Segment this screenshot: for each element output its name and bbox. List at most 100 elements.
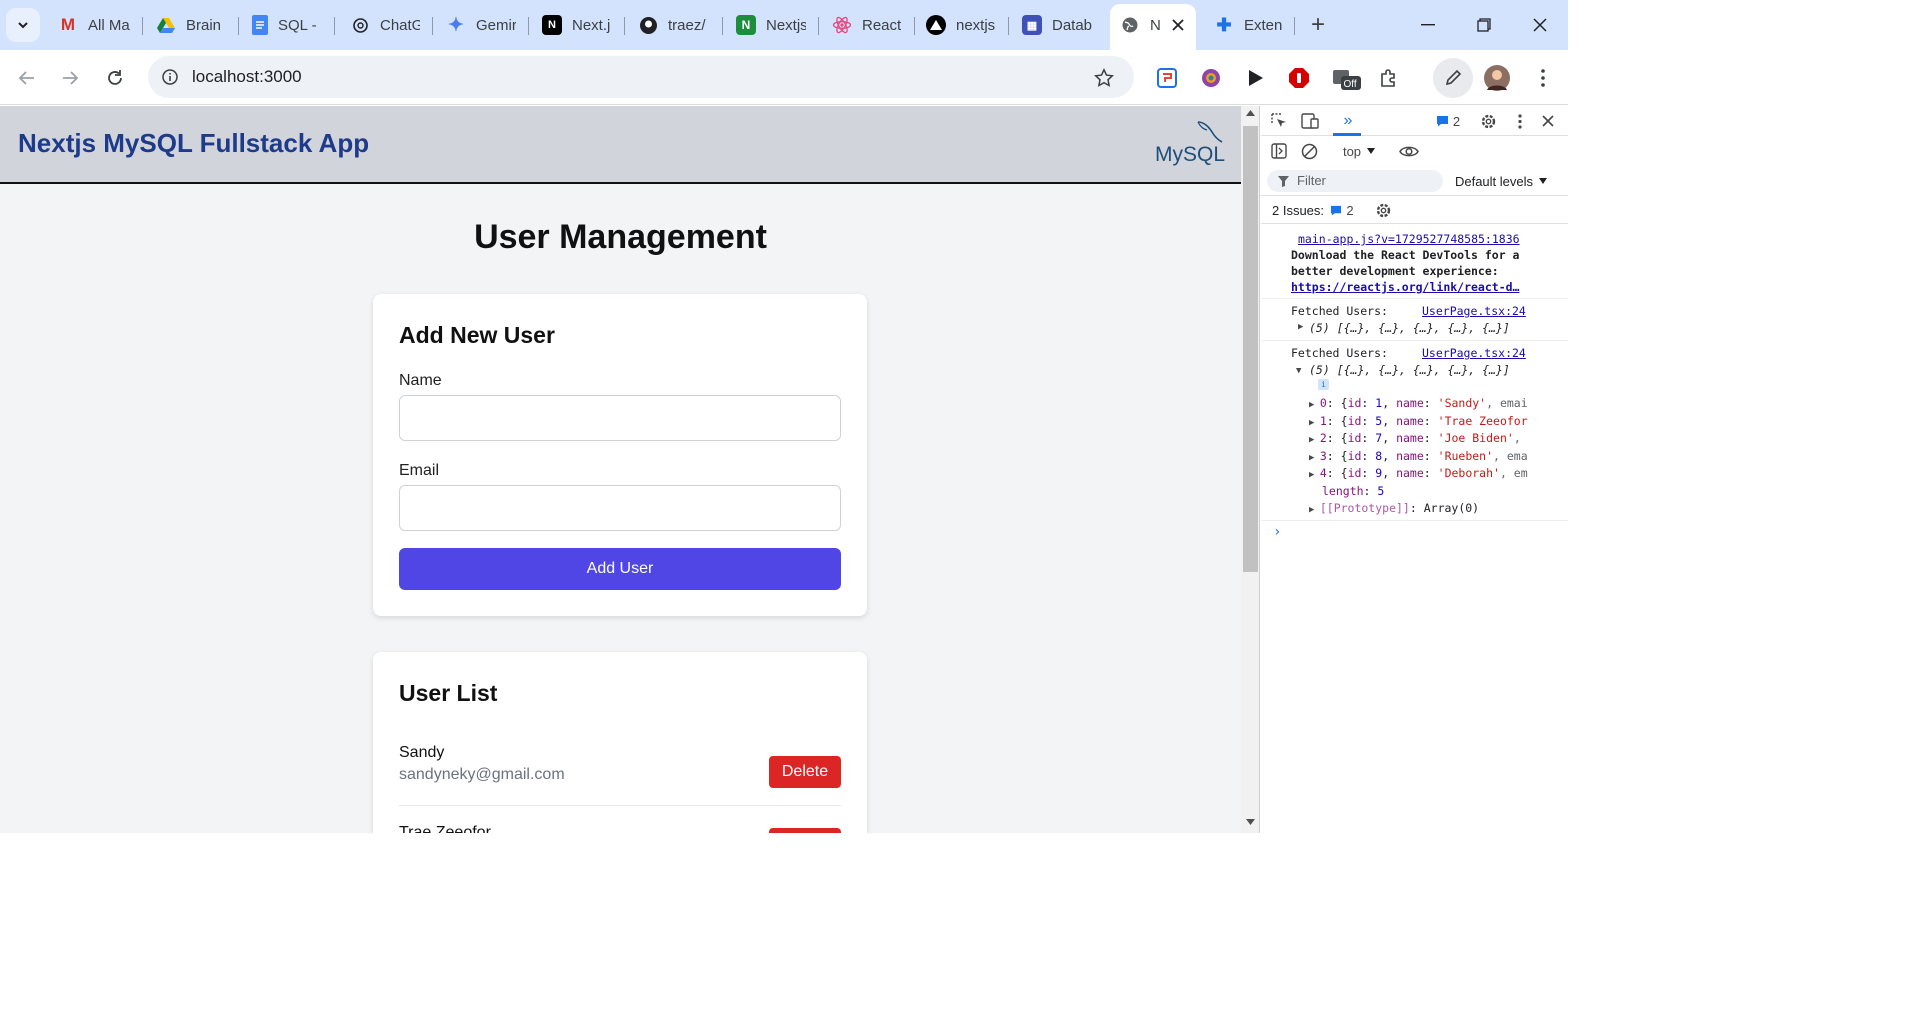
extension-2-icon[interactable] xyxy=(1196,63,1226,93)
array-item[interactable]: ▶ 0: {id: 1, name: 'Sandy', emai xyxy=(1309,396,1528,410)
array-length: length: 5 xyxy=(1322,484,1385,498)
url-text[interactable]: localhost:3000 xyxy=(192,67,302,87)
app-title: Nextjs MySQL Fullstack App xyxy=(18,128,370,158)
tab-vercel[interactable]: nextjs xyxy=(926,10,996,40)
device-toolbar-icon[interactable] xyxy=(1299,111,1321,131)
list-item: Trae Zeeofor xyxy=(399,824,841,833)
user-list-heading: User List xyxy=(399,680,498,706)
scrollbar-thumb[interactable] xyxy=(1243,126,1258,572)
arrow-right-icon xyxy=(63,71,79,85)
add-user-card: Add New User Name Email Add User xyxy=(373,294,867,616)
inspect-element-icon[interactable] xyxy=(1269,111,1289,131)
scroll-up-icon[interactable] xyxy=(1246,110,1255,116)
site-info-icon[interactable] xyxy=(160,67,180,87)
tab-sql-doc[interactable]: SQL - xyxy=(252,10,320,40)
forward-button[interactable] xyxy=(55,63,85,93)
live-expression-eye-icon[interactable] xyxy=(1397,141,1421,161)
delete-button[interactable]: Delete xyxy=(769,756,841,788)
profile-avatar[interactable] xyxy=(1484,65,1510,91)
issues-count-button[interactable]: 2 xyxy=(1327,201,1357,219)
list-item: Sandy sandyneky@gmail.com Delete xyxy=(399,744,841,806)
expand-triangle-icon[interactable]: ▶ xyxy=(1298,322,1303,332)
array-summary[interactable]: (5) [{…}, {…}, {…}, {…}, {…}] xyxy=(1309,321,1510,335)
source-link[interactable]: UserPage.tsx:24 xyxy=(1422,304,1526,318)
context-select[interactable]: top xyxy=(1337,141,1381,161)
restore-icon xyxy=(1477,18,1491,32)
github-icon xyxy=(638,15,658,35)
extension-1-icon[interactable] xyxy=(1152,63,1182,93)
tab-search-button[interactable] xyxy=(6,8,40,42)
array-prototype[interactable]: ▶ [[Prototype]]: Array(0) xyxy=(1309,501,1479,515)
settings-gear-icon[interactable] xyxy=(1478,111,1498,131)
minimize-button[interactable] xyxy=(1400,0,1456,50)
page-title: User Management xyxy=(474,218,767,256)
devtools-menu-icon[interactable] xyxy=(1510,111,1530,131)
user-name: Sandy xyxy=(399,744,445,761)
bookmark-star-icon[interactable] xyxy=(1092,66,1116,90)
tab-chatgpt[interactable]: ChatG xyxy=(350,10,420,40)
tab-github[interactable]: traez/ xyxy=(638,10,710,40)
tab-nextjs-docs[interactable]: N Next.j xyxy=(542,10,612,40)
tab-extensions[interactable]: ✚ Exten xyxy=(1214,10,1284,40)
reload-button[interactable] xyxy=(100,63,130,93)
log-levels-select[interactable]: Default levels xyxy=(1453,171,1549,191)
close-tab-icon[interactable] xyxy=(1168,15,1188,35)
issues-label: 2 Issues: xyxy=(1272,203,1325,218)
plus-icon: + xyxy=(1310,11,1325,38)
tab-gemini[interactable]: ✦ Gemir xyxy=(446,10,516,40)
array-item[interactable]: ▶ 4: {id: 9, name: 'Deborah', em xyxy=(1309,466,1528,480)
tab-current[interactable]: N xyxy=(1120,10,1160,40)
app-header: Nextjs MySQL Fullstack App MySQL xyxy=(0,106,1241,184)
user-email: sandyneky@gmail.com xyxy=(399,766,565,783)
browser-menu-icon[interactable] xyxy=(1528,63,1558,93)
delete-button[interactable] xyxy=(769,828,841,833)
name-input[interactable] xyxy=(399,395,841,441)
close-window-button[interactable] xyxy=(1512,0,1568,50)
tab-react[interactable]: React xyxy=(832,10,902,40)
sidebar-toggle-icon[interactable] xyxy=(1269,141,1289,161)
close-devtools-icon[interactable] xyxy=(1538,111,1558,131)
back-button[interactable] xyxy=(12,63,42,93)
collapse-triangle-icon[interactable]: ▼ xyxy=(1296,366,1301,376)
scroll-down-icon[interactable] xyxy=(1246,819,1255,825)
address-bar[interactable]: localhost:3000 xyxy=(148,56,1134,98)
issues-settings-icon[interactable] xyxy=(1373,200,1393,220)
user-list-card: User List Sandy sandyneky@gmail.com Dele… xyxy=(373,652,867,833)
array-item[interactable]: ▶ 3: {id: 8, name: 'Rueben', ema xyxy=(1309,449,1528,463)
source-link[interactable]: UserPage.tsx:24 xyxy=(1422,346,1526,360)
stop-extension-icon[interactable] xyxy=(1284,63,1314,93)
extensions-puzzle-icon[interactable] xyxy=(1374,63,1404,93)
clear-console-icon[interactable] xyxy=(1299,141,1319,161)
devtools-link[interactable]: https://reactjs.org/link/react-d… xyxy=(1291,280,1519,294)
restore-button[interactable] xyxy=(1456,0,1512,50)
nextjs-icon: N xyxy=(542,15,562,35)
minimize-icon xyxy=(1421,24,1435,26)
console-filter-input[interactable]: Filter xyxy=(1267,170,1443,192)
vercel-icon xyxy=(926,15,946,35)
tab-database[interactable]: ▦ Datab xyxy=(1022,10,1092,40)
play-extension-icon[interactable] xyxy=(1240,63,1270,93)
array-item[interactable]: ▶ 1: {id: 5, name: 'Trae Zeeofor xyxy=(1309,414,1528,428)
edit-pen-button[interactable] xyxy=(1433,58,1473,98)
tab-drive[interactable]: Brain xyxy=(156,10,228,40)
message-icon xyxy=(1331,205,1342,216)
console-prompt-icon[interactable]: › xyxy=(1273,524,1281,540)
new-tab-button[interactable]: + xyxy=(1305,12,1331,38)
globe-icon xyxy=(1120,15,1140,35)
add-user-button[interactable]: Add User xyxy=(399,548,841,590)
console-toolbar: top xyxy=(1261,136,1568,166)
tab-strip: M All Ma Brain SQL - ChatG ✦ Gemir N Nex… xyxy=(0,0,1568,50)
info-icon: i xyxy=(1318,379,1329,390)
more-panels-icon[interactable]: » xyxy=(1337,110,1359,132)
array-summary[interactable]: (5) [{…}, {…}, {…}, {…}, {…}] xyxy=(1309,363,1510,377)
tab-nextjs-app[interactable]: N Nextjs xyxy=(736,10,806,40)
off-extension-icon[interactable]: Off xyxy=(1330,63,1364,93)
tab-gmail[interactable]: M All Ma xyxy=(58,10,130,40)
array-item[interactable]: ▶ 2: {id: 7, name: 'Joe Biden', xyxy=(1309,431,1521,445)
source-link[interactable]: main-app.js?v=1729527748585:1836 xyxy=(1298,232,1520,246)
issues-row: 2 Issues: 2 xyxy=(1261,196,1568,224)
caret-down-icon xyxy=(1367,148,1376,154)
add-user-heading: Add New User xyxy=(399,322,555,348)
issues-badge[interactable]: 2 xyxy=(1429,112,1467,130)
email-input[interactable] xyxy=(399,485,841,531)
